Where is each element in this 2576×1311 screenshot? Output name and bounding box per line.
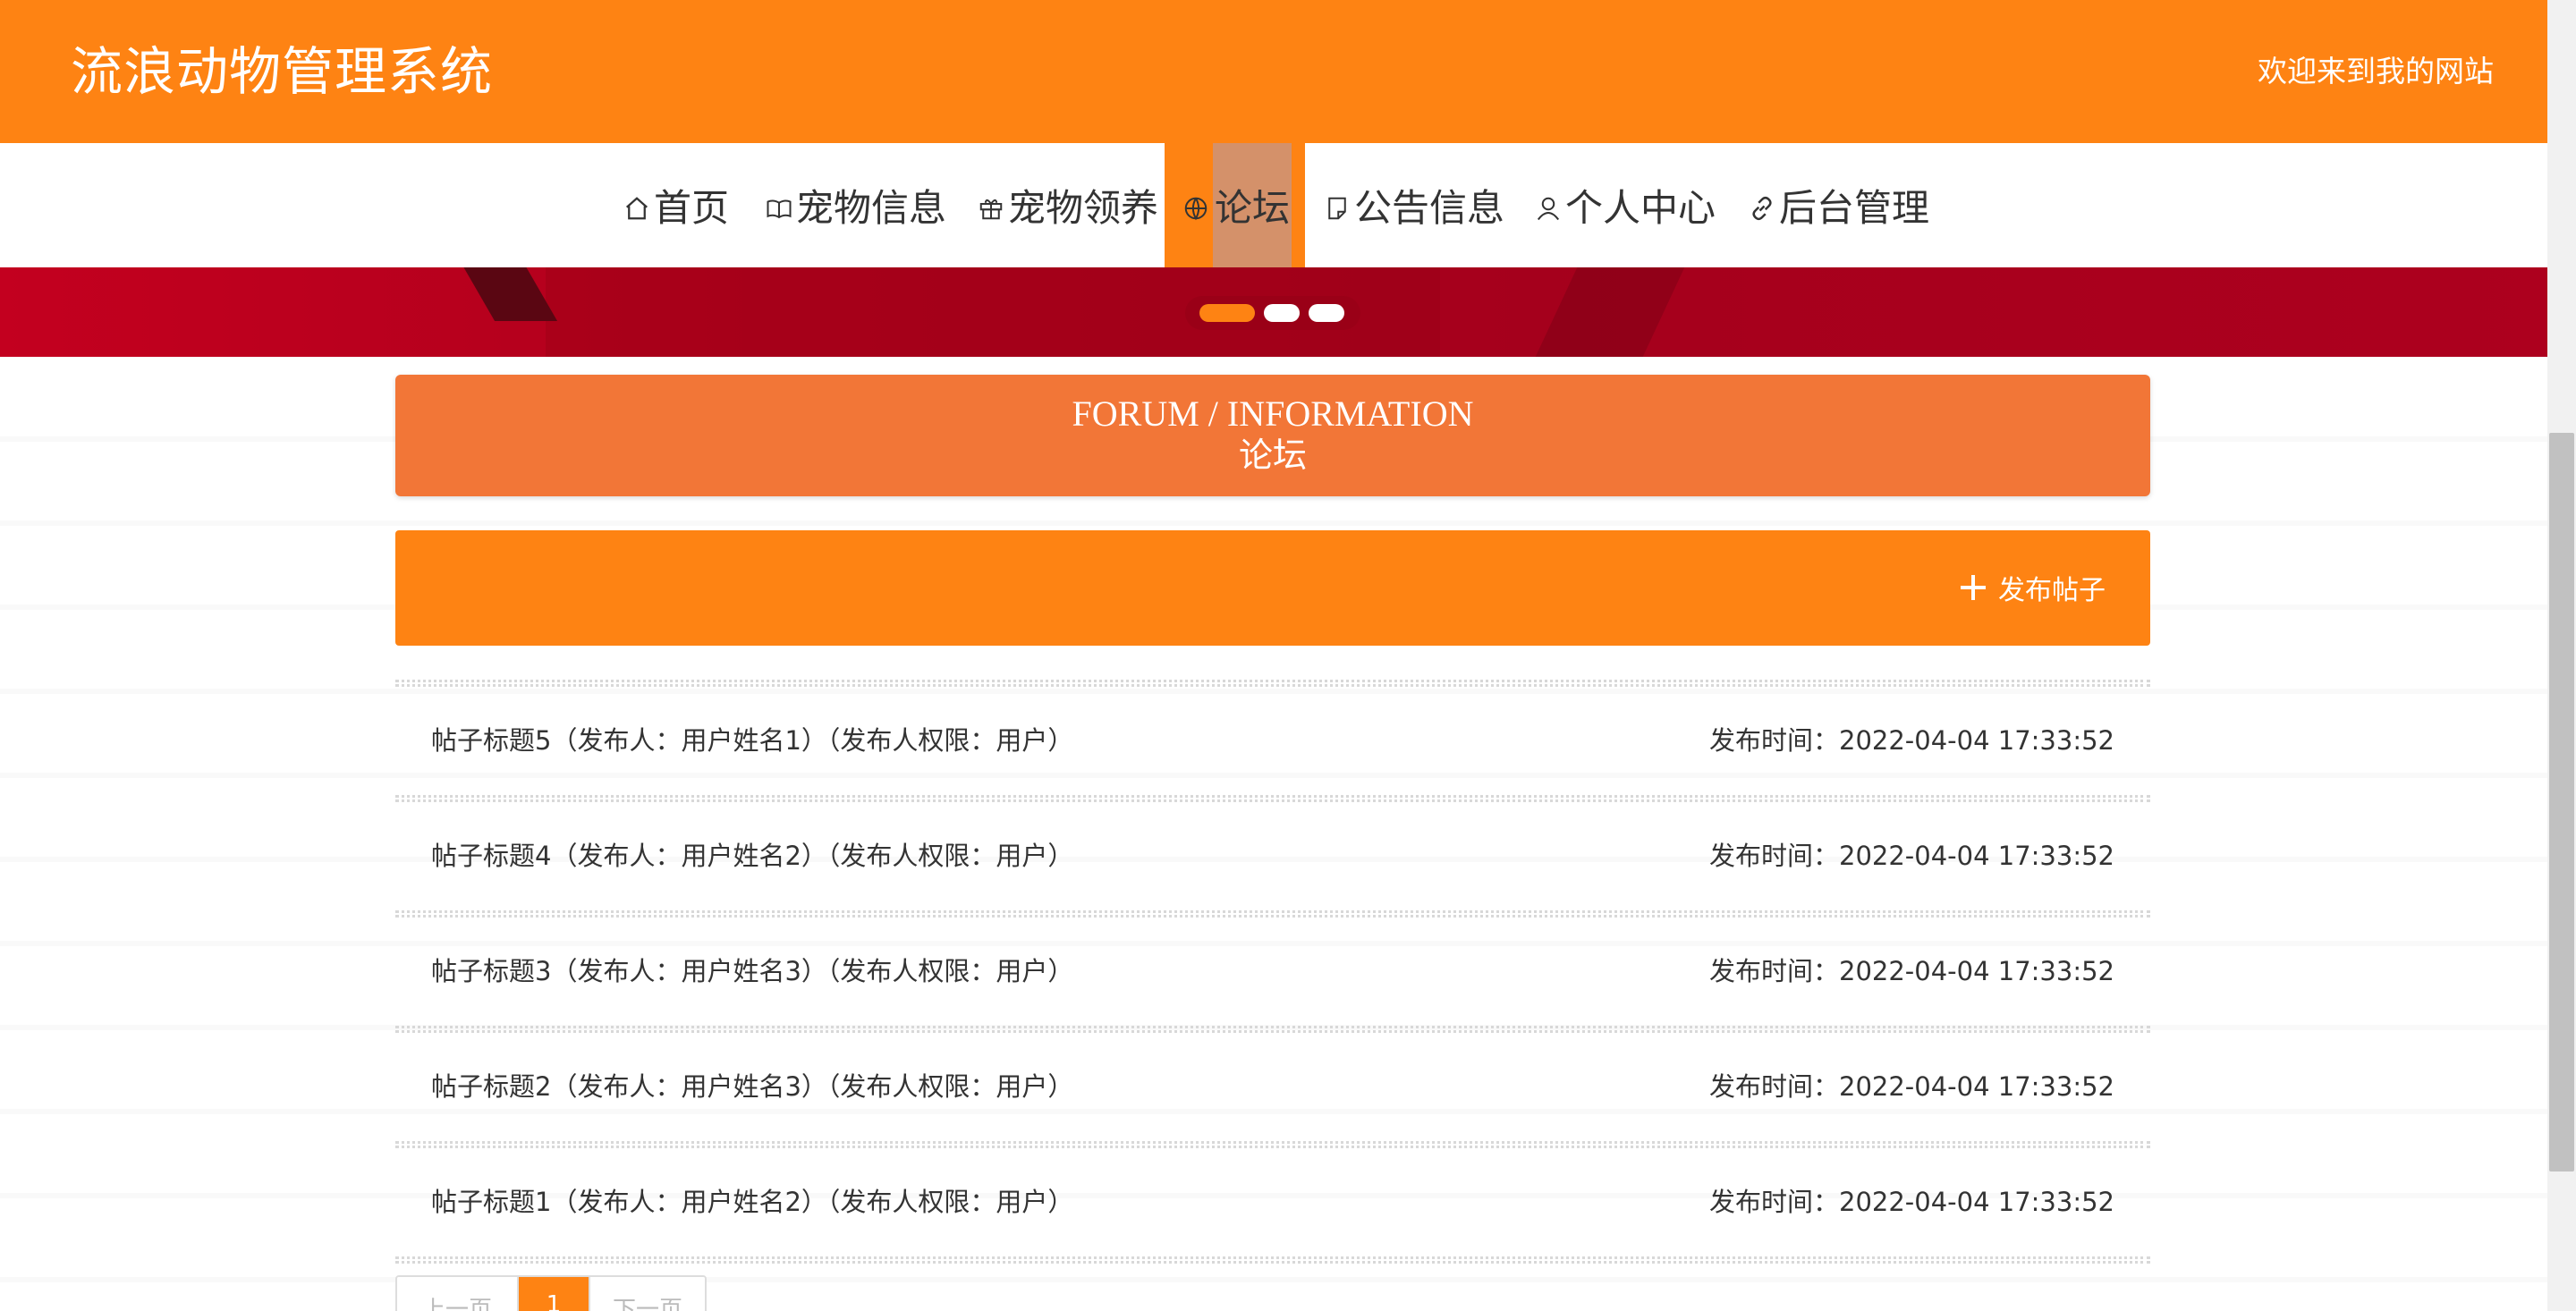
nav-item-pet-info[interactable]: 宠物信息 [766, 143, 946, 267]
divider [395, 795, 2150, 802]
publish-post-button[interactable]: 发布帖子 [1961, 564, 2106, 611]
post-time: 发布时间：2022-04-04 17:33:52 [1709, 725, 2114, 756]
post-list: 帖子标题5（发布人：用户姓名1）（发布人权限：用户） 发布时间：2022-04-… [395, 680, 2150, 1264]
pagination: 上一页 1 下一页 [395, 1275, 707, 1311]
prev-page-button[interactable]: 上一页 [397, 1277, 519, 1311]
divider [395, 1141, 2150, 1148]
scrollbar-thumb[interactable] [2549, 433, 2574, 1171]
site-header: 流浪动物管理系统 欢迎来到我的网站 [0, 0, 2547, 143]
next-page-button[interactable]: 下一页 [589, 1277, 705, 1311]
nav-item-announcements[interactable]: 公告信息 [1324, 143, 1504, 267]
post-title[interactable]: 帖子标题1（发布人：用户姓名2）（发布人权限：用户） [431, 1182, 1073, 1222]
post-time: 发布时间：2022-04-04 17:33:52 [1709, 1071, 2114, 1102]
carousel-dot-2[interactable] [1264, 304, 1300, 322]
post-row[interactable]: 帖子标题1（发布人：用户姓名2）（发布人权限：用户） 发布时间：2022-04-… [395, 1148, 2150, 1256]
carousel-dot-1[interactable] [1199, 304, 1255, 322]
nav-label: 宠物信息 [796, 186, 947, 230]
home-icon [626, 196, 648, 219]
plus-icon [1961, 575, 1986, 600]
publish-post-label: 发布帖子 [1998, 575, 2106, 606]
link-icon [1752, 196, 1772, 220]
page: 流浪动物管理系统 欢迎来到我的网站 首页 宠物信息 宠物领养 论坛 公告信息 个… [0, 0, 2576, 1311]
post-title[interactable]: 帖子标题2（发布人：用户姓名3）（发布人权限：用户） [431, 1067, 1073, 1106]
divider [395, 1026, 2150, 1033]
nav-label: 宠物领养 [1008, 186, 1159, 230]
welcome-text: 欢迎来到我的网站 [2258, 54, 2494, 89]
divider [395, 680, 2150, 687]
banner-decoration [1535, 267, 1685, 357]
action-bar: 发布帖子 [395, 530, 2150, 646]
nav-item-home[interactable]: 首页 [623, 143, 729, 267]
post-title[interactable]: 帖子标题5（发布人：用户姓名1）（发布人权限：用户） [431, 721, 1073, 760]
post-time: 发布时间：2022-04-04 17:33:52 [1709, 1187, 2114, 1217]
nav-label: 个人中心 [1565, 186, 1716, 230]
post-time: 发布时间：2022-04-04 17:33:52 [1709, 956, 2114, 986]
carousel-dot-3[interactable] [1309, 304, 1344, 322]
main-nav: 首页 宠物信息 宠物领养 论坛 公告信息 个人中心 后台管理 [0, 143, 2547, 267]
section-title: FORUM / INFORMATION 论坛 [395, 375, 2150, 496]
post-row[interactable]: 帖子标题2（发布人：用户姓名3）（发布人权限：用户） 发布时间：2022-04-… [395, 1033, 2150, 1141]
banner-carousel[interactable] [0, 267, 2547, 357]
post-row[interactable]: 帖子标题5（发布人：用户姓名1）（发布人权限：用户） 发布时间：2022-04-… [395, 687, 2150, 795]
gift-icon [979, 199, 1003, 219]
document-icon [1328, 197, 1346, 219]
nav-item-admin[interactable]: 后台管理 [1749, 143, 1929, 267]
nav-label: 首页 [654, 186, 730, 230]
current-page-button[interactable]: 1 [519, 1277, 589, 1311]
divider [395, 910, 2150, 918]
site-title[interactable]: 流浪动物管理系统 [71, 39, 493, 104]
post-row[interactable]: 帖子标题4（发布人：用户姓名2）（发布人权限：用户） 发布时间：2022-04-… [395, 802, 2150, 910]
post-title[interactable]: 帖子标题4（发布人：用户姓名2）（发布人权限：用户） [431, 836, 1073, 875]
user-icon [1537, 197, 1560, 220]
divider [395, 1256, 2150, 1264]
nav-item-personal-center[interactable]: 个人中心 [1535, 143, 1716, 267]
nav-label: 论坛 [1213, 143, 1292, 267]
post-title[interactable]: 帖子标题3（发布人：用户姓名3）（发布人权限：用户） [431, 952, 1073, 991]
section-title-en: FORUM / INFORMATION [1072, 393, 1474, 434]
book-icon [767, 199, 792, 218]
nav-label: 公告信息 [1354, 186, 1505, 230]
nav-item-pet-adoption[interactable]: 宠物领养 [978, 143, 1158, 267]
post-row[interactable]: 帖子标题3（发布人：用户姓名3）（发布人权限：用户） 发布时间：2022-04-… [395, 918, 2150, 1026]
section-title-cn: 论坛 [1238, 436, 1307, 475]
banner-decoration [453, 267, 558, 321]
post-time: 发布时间：2022-04-04 17:33:52 [1709, 841, 2114, 871]
nav-label: 后台管理 [1779, 186, 1930, 230]
globe-icon [1184, 197, 1208, 220]
nav-item-forum[interactable]: 论坛 [1165, 143, 1305, 267]
carousel-indicators [1185, 296, 1360, 330]
